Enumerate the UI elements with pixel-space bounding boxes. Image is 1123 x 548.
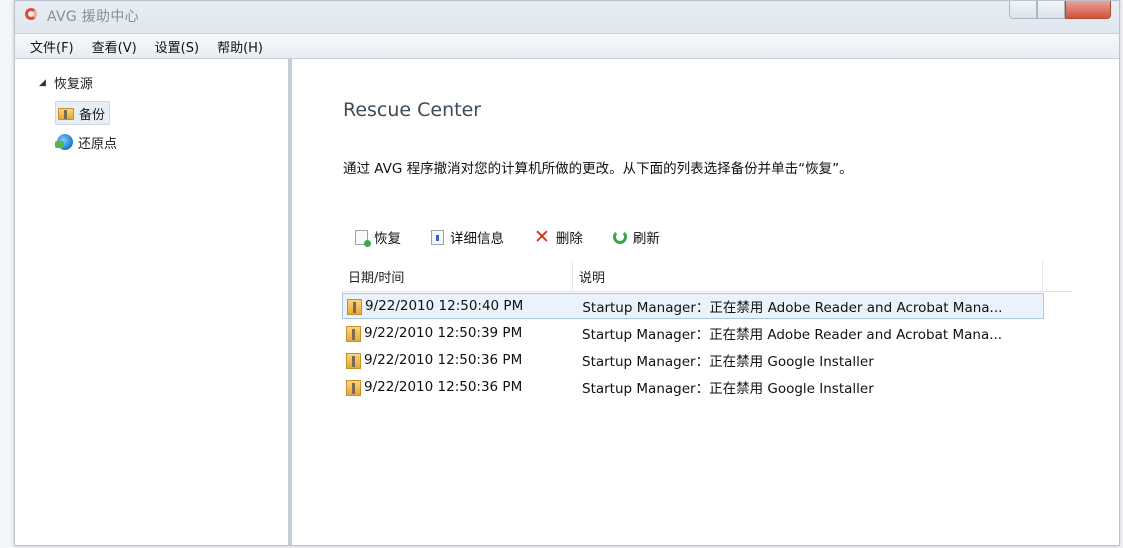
- table-row[interactable]: 9/22/2010 12:50:39 PM Startup Manager：正在…: [342, 320, 1072, 346]
- refresh-button[interactable]: 刷新: [612, 227, 660, 247]
- datetime-text: 9/22/2010 12:50:36 PM: [364, 352, 523, 368]
- backup-folder-icon: [58, 106, 74, 120]
- tree-root-recovery-source[interactable]: ◢ 恢复源: [39, 73, 93, 92]
- table-row[interactable]: 9/22/2010 12:50:36 PM Startup Manager：正在…: [342, 374, 1072, 400]
- description-cell: Startup Manager：正在禁用 Google Installer: [582, 381, 874, 397]
- menu-bar: 文件(F) 查看(V) 设置(S) 帮助(H): [15, 34, 1119, 59]
- details-icon: [431, 229, 444, 245]
- minimize-button[interactable]: [1009, 1, 1037, 19]
- toolbar: 恢复 详细信息 ✕ 删除 刷新: [355, 227, 690, 247]
- recovery-source-tree: ◢ 恢复源 备份 还原点: [15, 59, 292, 545]
- column-header-datetime[interactable]: 日期/时间: [342, 261, 572, 291]
- datetime-cell: 9/22/2010 12:50:36 PM: [342, 352, 578, 369]
- delete-label: 删除: [555, 231, 583, 247]
- avg-logo-icon: [25, 8, 37, 20]
- refresh-label: 刷新: [632, 231, 660, 247]
- menu-help[interactable]: 帮助(H): [208, 37, 272, 56]
- tree-item-restore-point[interactable]: 还原点: [55, 131, 121, 153]
- menu-file[interactable]: 文件(F): [21, 37, 83, 56]
- tree-item-label: 备份: [79, 107, 106, 123]
- backup-table: 日期/时间 说明 9/22/2010 12:50:40 PM Startup M…: [342, 261, 1072, 400]
- datetime-cell: 9/22/2010 12:50:39 PM: [342, 325, 578, 342]
- tree-item-label: 还原点: [78, 136, 118, 152]
- table-row[interactable]: 9/22/2010 12:50:40 PM Startup Manager：正在…: [342, 293, 1044, 319]
- delete-icon: ✕: [534, 225, 550, 248]
- backup-folder-icon: [346, 352, 361, 369]
- table-header: 日期/时间 说明: [342, 261, 1072, 292]
- refresh-icon: [612, 230, 627, 244]
- description-cell: Startup Manager：正在禁用 Adobe Reader and Ac…: [582, 327, 1003, 343]
- description-cell: Startup Manager：正在禁用 Adobe Reader and Ac…: [582, 300, 1003, 316]
- app-window: AVG 援助中心 文件(F) 查看(V) 设置(S) 帮助(H) ◢ 恢复源 备…: [14, 0, 1120, 546]
- main-panel: Rescue Center 通过 AVG 程序撤消对您的计算机所做的更改。从下面…: [292, 59, 1119, 545]
- title-bar[interactable]: AVG 援助中心: [15, 1, 1119, 34]
- window-controls: [1009, 1, 1111, 19]
- page-description: 通过 AVG 程序撤消对您的计算机所做的更改。从下面的列表选择备份并单击“恢复”…: [343, 161, 853, 177]
- description-cell: Startup Manager：正在禁用 Google Installer: [582, 354, 874, 370]
- close-button[interactable]: [1065, 1, 1111, 19]
- tree-root-label: 恢复源: [53, 77, 93, 92]
- expand-arrow-icon[interactable]: ◢: [39, 78, 46, 88]
- restore-button[interactable]: 恢复: [355, 227, 401, 247]
- details-label: 详细信息: [450, 231, 504, 247]
- delete-button[interactable]: ✕ 删除: [534, 227, 583, 247]
- menu-view[interactable]: 查看(V): [83, 37, 146, 56]
- table-row[interactable]: 9/22/2010 12:50:36 PM Startup Manager：正在…: [342, 347, 1072, 373]
- details-button[interactable]: 详细信息: [431, 227, 504, 247]
- page-title: Rescue Center: [343, 99, 482, 121]
- datetime-text: 9/22/2010 12:50:36 PM: [364, 379, 523, 395]
- datetime-text: 9/22/2010 12:50:39 PM: [364, 325, 523, 341]
- menu-settings[interactable]: 设置(S): [146, 37, 208, 56]
- maximize-button[interactable]: [1037, 1, 1065, 19]
- restore-label: 恢复: [374, 231, 401, 247]
- restore-point-icon: [55, 134, 73, 150]
- backup-folder-icon: [347, 298, 362, 315]
- column-header-description[interactable]: 说明: [572, 261, 1042, 291]
- window-title: AVG 援助中心: [47, 9, 139, 25]
- backup-folder-icon: [346, 379, 361, 396]
- tree-item-backup[interactable]: 备份: [55, 101, 111, 125]
- restore-icon: [355, 229, 371, 247]
- column-header-spacer: [1042, 261, 1072, 291]
- datetime-cell: 9/22/2010 12:50:40 PM: [343, 298, 578, 315]
- backup-folder-icon: [346, 325, 361, 342]
- datetime-cell: 9/22/2010 12:50:36 PM: [342, 379, 578, 396]
- datetime-text: 9/22/2010 12:50:40 PM: [365, 298, 524, 314]
